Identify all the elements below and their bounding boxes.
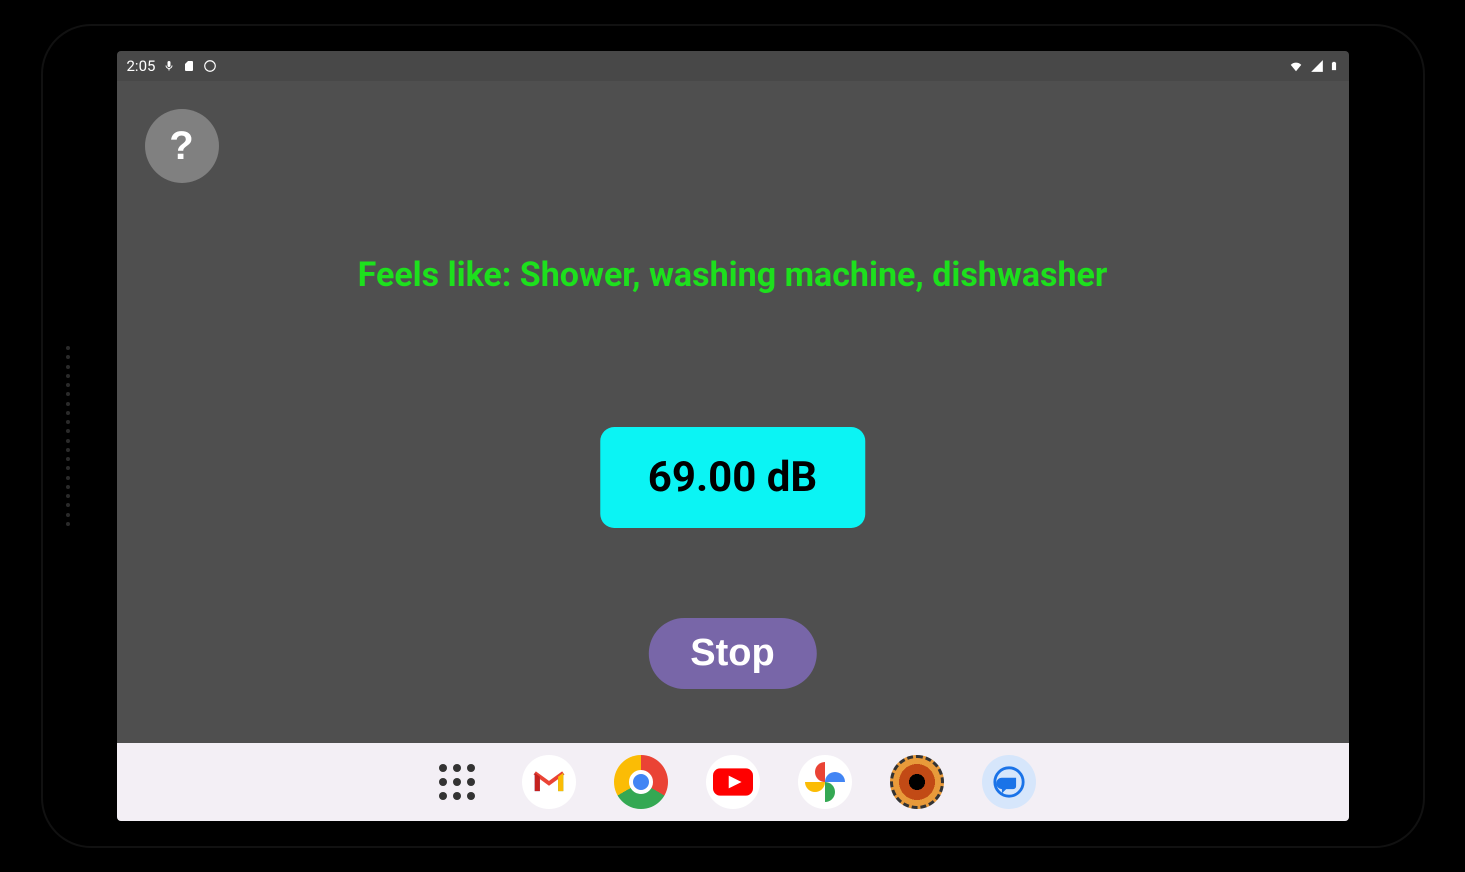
youtube-icon[interactable] bbox=[706, 755, 760, 809]
signal-icon bbox=[1309, 59, 1325, 73]
help-icon: ? bbox=[169, 124, 193, 169]
chrome-ring-icon bbox=[614, 755, 668, 809]
app-drawer-icon[interactable] bbox=[430, 755, 484, 809]
status-bar: 2:05 bbox=[117, 51, 1349, 81]
sd-card-icon bbox=[183, 59, 195, 73]
app-unknown-icon[interactable] bbox=[890, 755, 944, 809]
messages-glyph-icon bbox=[992, 765, 1026, 799]
photos-glyph-icon bbox=[805, 762, 845, 802]
screen: 2:05 bbox=[117, 51, 1349, 821]
speaker-grill bbox=[63, 346, 73, 526]
wifi-icon bbox=[1287, 59, 1305, 73]
app-drawer-grid-icon bbox=[439, 764, 475, 800]
status-time: 2:05 bbox=[127, 57, 156, 75]
photos-icon[interactable] bbox=[798, 755, 852, 809]
youtube-glyph-icon bbox=[711, 767, 755, 797]
mic-icon bbox=[163, 59, 175, 73]
chrome-icon[interactable] bbox=[614, 755, 668, 809]
db-reading: 69.00 dB bbox=[600, 427, 865, 528]
gmail-glyph-icon bbox=[532, 769, 566, 795]
device-frame: 2:05 bbox=[43, 26, 1423, 846]
status-right bbox=[1287, 58, 1339, 74]
status-left: 2:05 bbox=[127, 57, 218, 75]
circle-icon bbox=[203, 59, 217, 73]
battery-icon bbox=[1329, 58, 1339, 74]
feels-like-text: Feels like: Shower, washing machine, dis… bbox=[117, 255, 1349, 295]
help-button[interactable]: ? bbox=[145, 109, 219, 183]
dock bbox=[117, 743, 1349, 821]
stop-button[interactable]: Stop bbox=[648, 618, 816, 689]
app-area: ? Feels like: Shower, washing machine, d… bbox=[117, 81, 1349, 743]
gmail-icon[interactable] bbox=[522, 755, 576, 809]
chrome-center-icon bbox=[629, 770, 653, 794]
messages-icon[interactable] bbox=[982, 755, 1036, 809]
